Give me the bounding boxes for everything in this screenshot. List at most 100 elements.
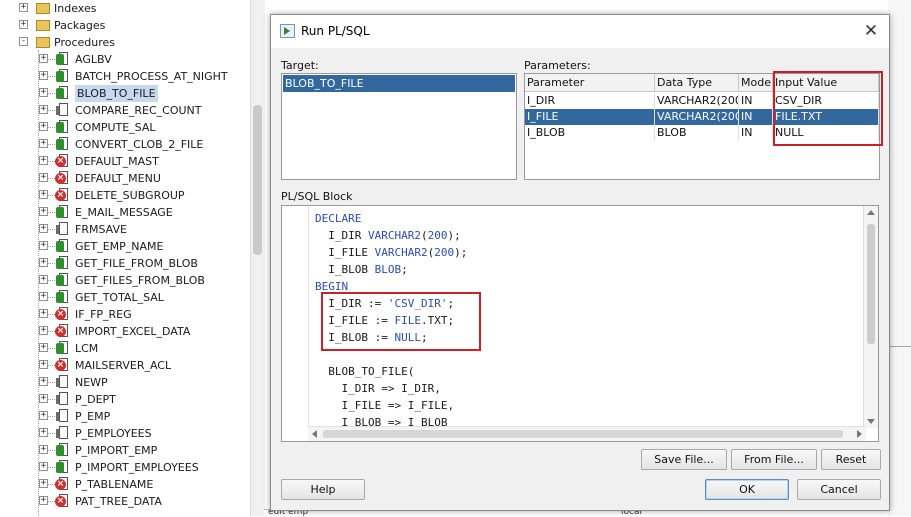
expand-icon[interactable]: + [39, 156, 48, 165]
tree-folder-label: Procedures [54, 36, 115, 49]
expand-icon[interactable]: + [39, 173, 48, 182]
expand-icon[interactable]: + [39, 241, 48, 250]
editor-vertical-scrollbar[interactable] [863, 206, 878, 428]
expand-icon[interactable]: + [39, 105, 48, 114]
expand-icon[interactable]: + [39, 71, 48, 80]
procedure-valid-icon [56, 290, 70, 304]
scroll-left-icon[interactable] [312, 430, 317, 438]
scroll-up-icon[interactable] [867, 210, 875, 215]
help-label: Help [310, 483, 336, 496]
procedure-error-icon: × [55, 358, 70, 372]
expand-icon[interactable]: + [19, 3, 28, 12]
code-token: ; [401, 263, 408, 276]
tree-item-label: GET_FILES_FROM_BLOB [75, 274, 205, 287]
tree-guide-line [48, 178, 55, 179]
expand-icon[interactable]: + [39, 292, 48, 301]
collapse-icon[interactable]: - [19, 37, 28, 46]
cancel-button[interactable]: Cancel [797, 479, 881, 500]
code-token: ); [454, 246, 468, 259]
tree-item-label: GET_TOTAL_SAL [75, 291, 164, 304]
tree-item-label: P_IMPORT_EMPLOYEES [75, 461, 199, 474]
tree-guide-line [48, 195, 55, 196]
scroll-down-icon[interactable] [867, 419, 875, 424]
table-cell: I_BLOB [525, 125, 655, 141]
expand-icon[interactable]: + [39, 462, 48, 471]
expand-icon[interactable]: + [39, 343, 48, 352]
expand-icon[interactable]: + [39, 190, 48, 199]
expand-icon[interactable]: + [39, 224, 48, 233]
vertical-scrollbar-thumb[interactable] [867, 224, 875, 344]
expand-icon[interactable]: + [39, 309, 48, 318]
expand-icon[interactable]: + [39, 139, 48, 148]
table-cell: VARCHAR2(200) [655, 109, 739, 125]
code-token: 200 [434, 246, 455, 259]
tree-guide-line [48, 433, 55, 434]
target-list[interactable]: BLOB_TO_FILE [281, 73, 517, 180]
procedure-error-icon: × [55, 307, 70, 321]
column-header[interactable]: Parameter [525, 74, 655, 92]
expand-icon[interactable]: + [39, 496, 48, 505]
help-button[interactable]: Help [281, 479, 365, 500]
code-token: I_FILE [315, 246, 375, 259]
code-token: VARCHAR2 [374, 246, 428, 259]
horizontal-scrollbar-thumb[interactable] [323, 430, 843, 438]
save-file-label: Save File... [654, 453, 714, 466]
close-icon[interactable]: ✕ [861, 21, 881, 41]
tree-item-label: E_MAIL_MESSAGE [75, 206, 173, 219]
expand-icon[interactable]: + [39, 122, 48, 131]
procedure-icon [56, 409, 70, 423]
dialog-titlebar[interactable]: Run PL/SQL ✕ [271, 15, 889, 48]
code-token: DECLARE [315, 212, 362, 225]
tree-item-label: DELETE_SUBGROUP [75, 189, 185, 202]
expand-icon[interactable]: + [39, 479, 48, 488]
expand-icon[interactable]: + [39, 360, 48, 369]
tree-guide-line [48, 365, 55, 366]
tree-item-label: COMPARE_REC_COUNT [75, 104, 202, 117]
tree-item-label: GET_EMP_NAME [75, 240, 164, 253]
tree-item-label: P_IMPORT_EMP [75, 444, 158, 457]
scroll-right-icon[interactable] [857, 430, 862, 438]
procedure-valid-icon [56, 69, 70, 83]
tree-item-label: MAILSERVER_ACL [75, 359, 172, 372]
tree-item-label: IF_FP_REG [75, 308, 132, 321]
expand-icon[interactable]: + [39, 377, 48, 386]
tree-guide-line [48, 382, 55, 383]
object-tree: + Indexes + Packages - Procedures + AGLBV + BATCH… [0, 0, 264, 516]
expand-icon[interactable]: + [39, 88, 48, 97]
tree-item-label: P_DEPT [75, 393, 116, 406]
expand-icon[interactable]: + [39, 394, 48, 403]
code-token: I_BLOB [315, 263, 375, 276]
target-item[interactable]: BLOB_TO_FILE [283, 75, 515, 92]
from-file-button[interactable]: From File... [731, 449, 817, 470]
tree-folder-label: Indexes [54, 2, 97, 15]
tree-item-label: CONVERT_CLOB_2_FILE [75, 138, 204, 151]
ok-button[interactable]: OK [705, 479, 789, 500]
editor-horizontal-scrollbar[interactable] [308, 426, 866, 441]
expand-icon[interactable]: + [39, 411, 48, 420]
expand-icon[interactable]: + [39, 428, 48, 437]
reset-button[interactable]: Reset [821, 449, 881, 470]
run-icon [280, 24, 295, 38]
tree-item-label: NEWP [75, 376, 108, 389]
code-token: ); [447, 229, 461, 242]
folder-icon [36, 3, 50, 14]
code-line: I_DIR VARCHAR2(200); [315, 227, 461, 244]
dialog-title: Run PL/SQL [301, 24, 370, 38]
tree-guide-line [48, 450, 55, 451]
column-header[interactable]: Mode [739, 74, 773, 92]
expand-icon[interactable]: + [39, 258, 48, 267]
tree-scrollbar[interactable] [250, 0, 265, 516]
expand-icon[interactable]: + [39, 207, 48, 216]
procedure-icon [56, 103, 70, 117]
table-cell: IN [739, 125, 773, 141]
save-file-button[interactable]: Save File... [641, 449, 727, 470]
expand-icon[interactable]: + [39, 326, 48, 335]
expand-icon[interactable]: + [39, 445, 48, 454]
expand-icon[interactable]: + [39, 54, 48, 63]
expand-icon[interactable]: + [19, 20, 28, 29]
input-value-highlight [773, 71, 883, 146]
expand-icon[interactable]: + [39, 275, 48, 284]
tree-guide-line [48, 416, 55, 417]
column-header[interactable]: Data Type [655, 74, 739, 92]
tree-scrollbar-thumb[interactable] [253, 105, 262, 255]
